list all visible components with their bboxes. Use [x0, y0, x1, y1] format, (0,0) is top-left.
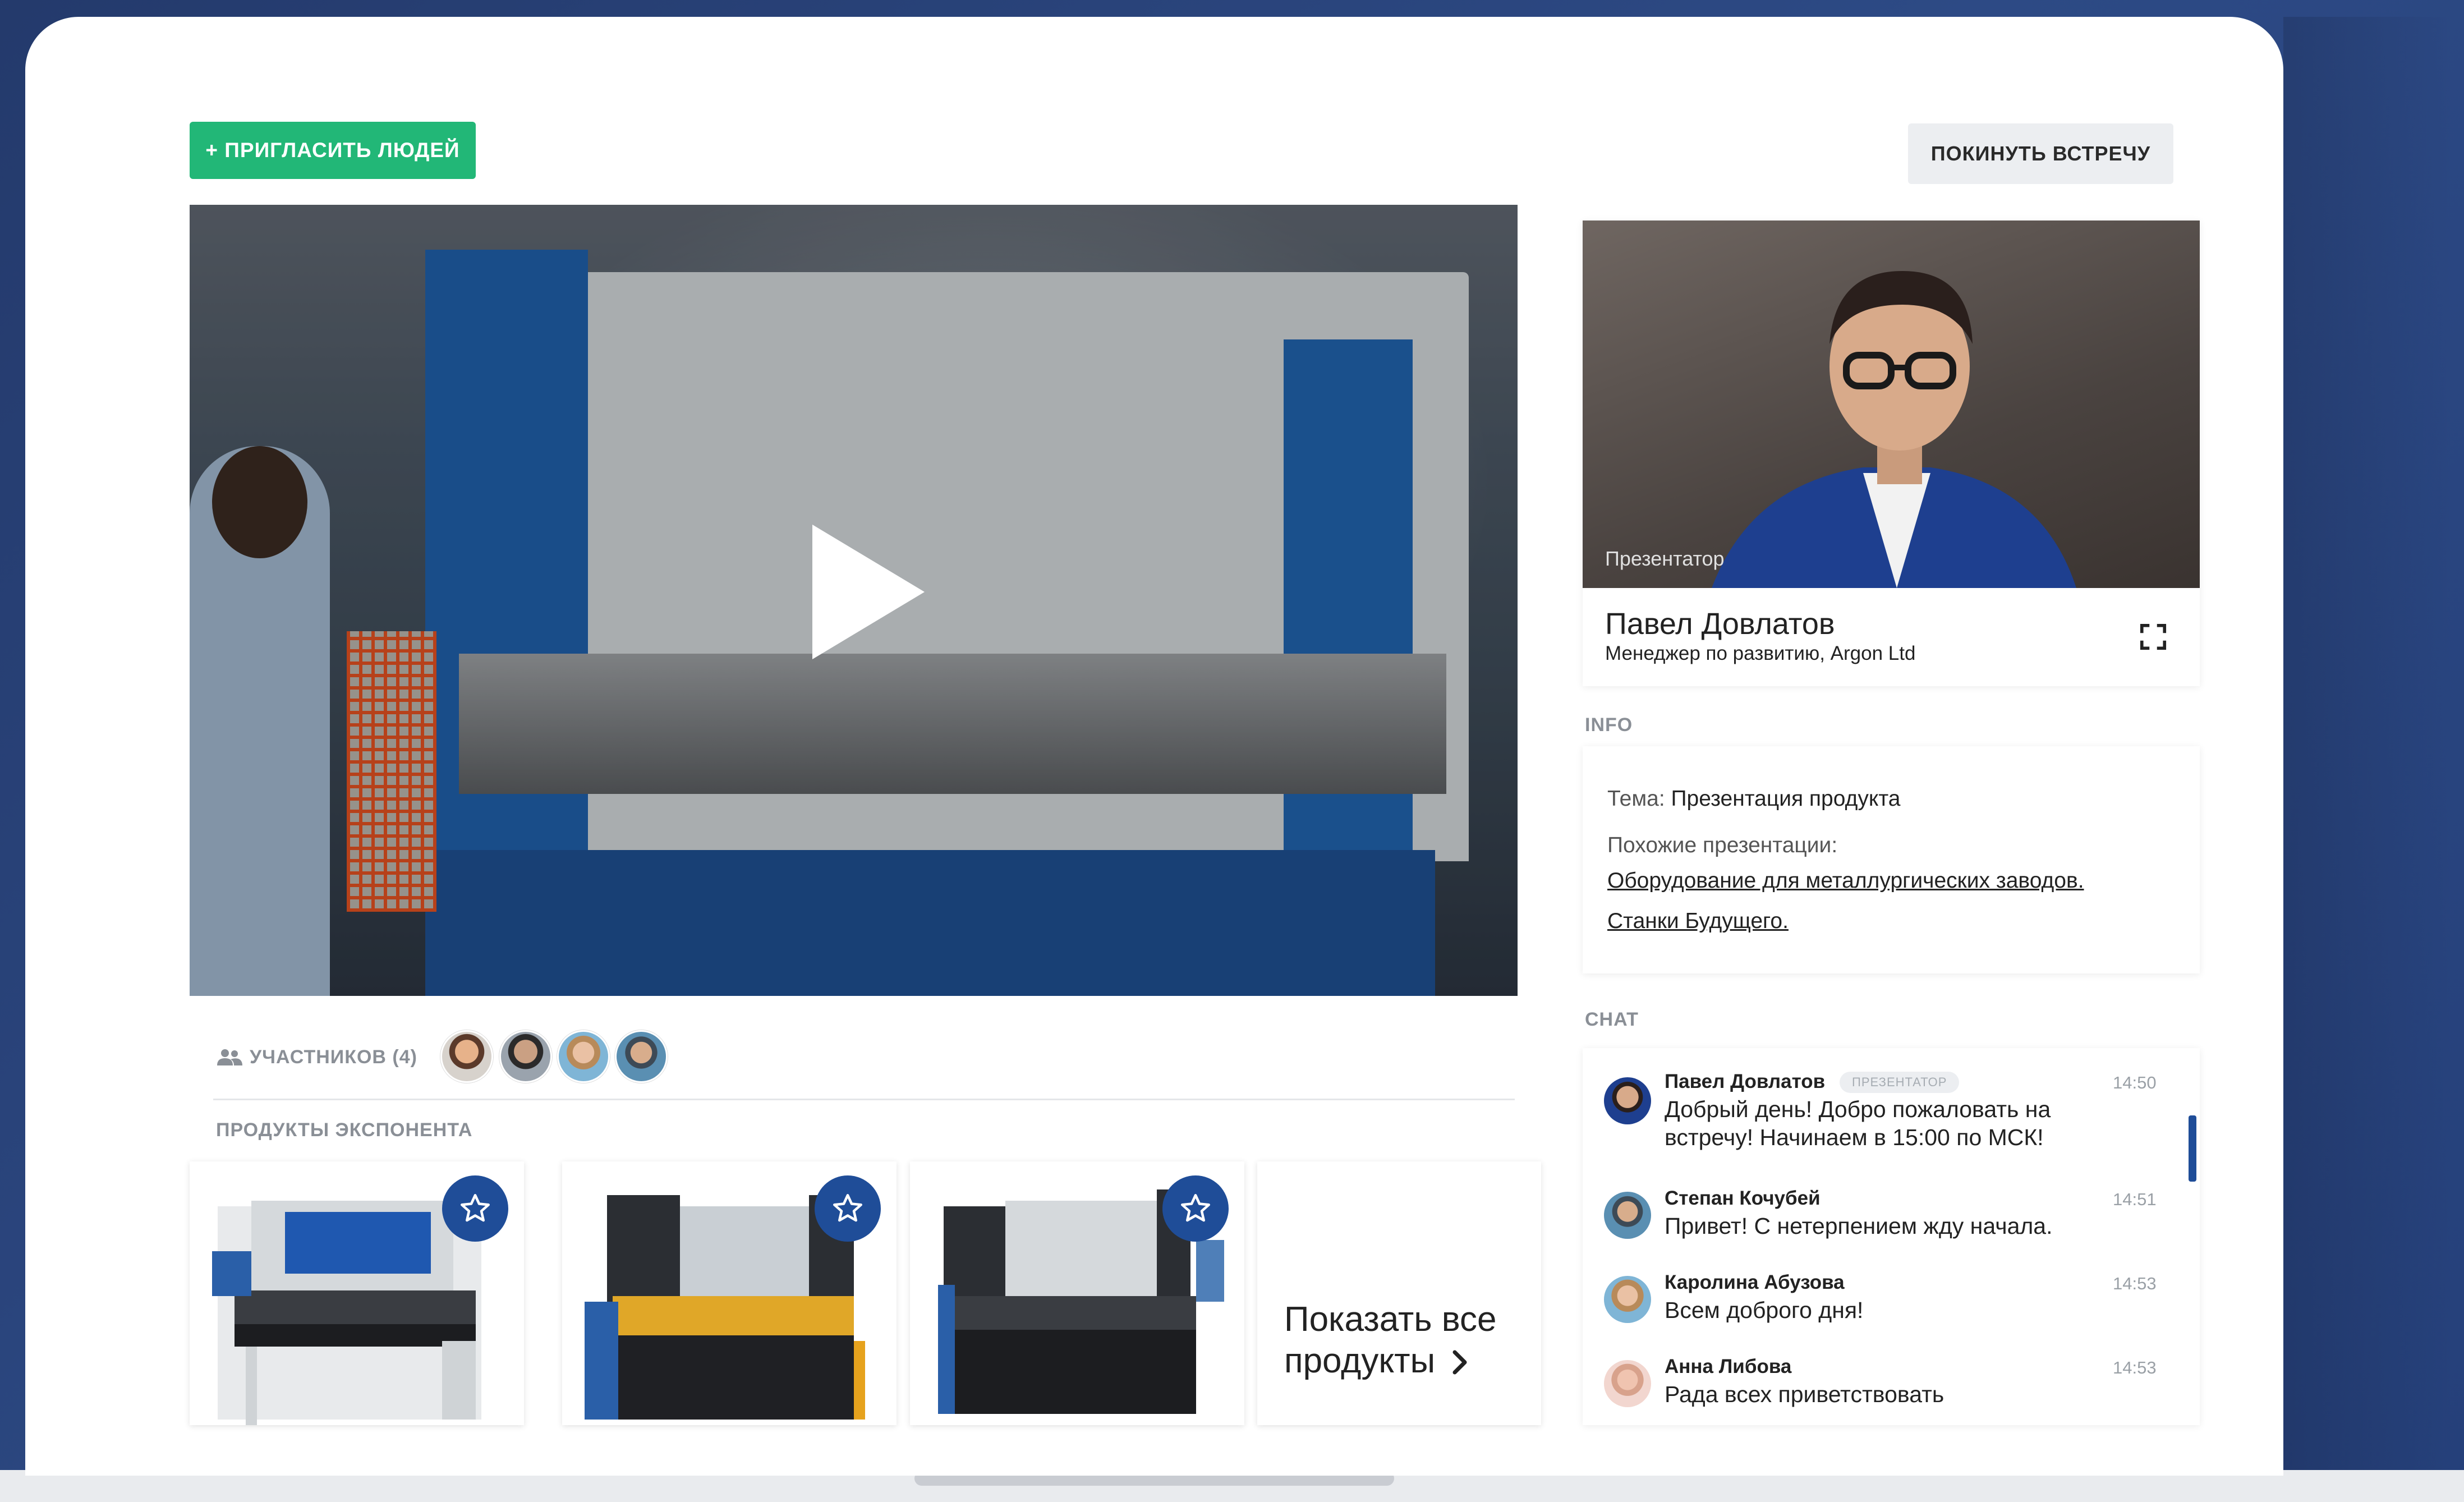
chat-message: Анна Либова 14:53 Рада всех приветствова…: [1583, 1356, 2166, 1417]
info-card: Тема: Презентация продукта Похожие презе…: [1583, 746, 2200, 973]
chat-message: Степан Кочубей 14:51 Привет! С нетерпени…: [1583, 1187, 2166, 1249]
participants-label: УЧАСТНИКОВ (4): [250, 1046, 417, 1068]
product-card-3[interactable]: [910, 1161, 1244, 1425]
chat-avatar: [1604, 1077, 1651, 1124]
product-card-1[interactable]: [190, 1161, 524, 1425]
topic-value: Презентация продукта: [1671, 787, 1901, 811]
chat-text: Всем доброго дня!: [1665, 1297, 1864, 1323]
favorite-button[interactable]: [815, 1175, 881, 1242]
chat-avatar: [1604, 1276, 1651, 1323]
chat-author: Каролина Абузова: [1665, 1271, 1845, 1293]
presenter-video: Презентатор: [1583, 221, 2200, 588]
chat-section-title: CHAT: [1585, 1009, 1639, 1030]
invite-people-button[interactable]: + ПРИГЛАСИТЬ ЛЮДЕЙ: [190, 122, 476, 179]
video-player[interactable]: [190, 205, 1518, 996]
chat-time: 14:53: [2113, 1274, 2157, 1293]
chat-scrollbar[interactable]: [2189, 1115, 2196, 1182]
chat-text: Привет! С нетерпением жду начала.: [1665, 1213, 2053, 1239]
chat-author: Степан Кочубей: [1665, 1187, 1821, 1209]
chat-author: Павел Довлатов: [1665, 1071, 1826, 1092]
presenter-caption: Презентатор: [1605, 547, 1725, 570]
participant-avatar-3[interactable]: [557, 1030, 610, 1083]
star-icon: [833, 1194, 862, 1222]
chat-avatar: [1604, 1192, 1651, 1239]
products-section-title: ПРОДУКТЫ ЭКСПОНЕНТА: [216, 1119, 473, 1141]
star-icon: [461, 1194, 490, 1222]
info-section-title: INFO: [1585, 714, 1633, 736]
show-all-products-card[interactable]: Показать все продукты: [1257, 1161, 1541, 1425]
play-icon[interactable]: [812, 525, 925, 659]
divider: [213, 1099, 1515, 1100]
chat-avatar: [1604, 1360, 1651, 1407]
participants-count[interactable]: УЧАСТНИКОВ (4): [216, 1045, 417, 1069]
meeting-window: + ПРИГЛАСИТЬ ЛЮДЕЙ ПОКИНУТЬ ВСТРЕЧУ УЧАС…: [25, 17, 2283, 1476]
participant-avatar-2[interactable]: [499, 1030, 552, 1083]
chat-time: 14:53: [2113, 1358, 2157, 1377]
chat-author: Анна Либова: [1665, 1356, 1792, 1377]
participant-avatar-1[interactable]: [440, 1030, 493, 1083]
show-all-products-link[interactable]: Показать все продукты: [1284, 1299, 1541, 1382]
similar-presentation-link[interactable]: Станки Будущего.: [1607, 909, 1789, 934]
similar-presentation-link[interactable]: Оборудование для металлургических заводо…: [1607, 869, 2084, 893]
chat-panel[interactable]: Павел Довлатов ПРЕЗЕНТАТОР 14:50 Добрый …: [1583, 1048, 2200, 1425]
favorite-button[interactable]: [442, 1175, 508, 1242]
fullscreen-icon[interactable]: [2138, 622, 2168, 652]
chat-text: Рада всех приветствовать: [1665, 1381, 1944, 1407]
chevron-right-icon: [1452, 1350, 1467, 1375]
favorite-button[interactable]: [1162, 1175, 1229, 1242]
presenter-role: Менеджер по развитию, Argon Ltd: [1605, 642, 1916, 664]
chat-time: 14:50: [2113, 1073, 2157, 1092]
chat-time: 14:51: [2113, 1189, 2157, 1209]
product-card-2[interactable]: [562, 1161, 897, 1425]
presenter-badge: ПРЕЗЕНТАТОР: [1840, 1072, 1960, 1093]
star-icon: [1181, 1194, 1210, 1222]
topic-label: Тема:: [1607, 787, 1665, 811]
leave-meeting-button[interactable]: ПОКИНУТЬ ВСТРЕЧУ: [1908, 123, 2173, 184]
window-shadow: [2283, 17, 2452, 1470]
similar-presentations-label: Похожие презентации:: [1607, 833, 1838, 857]
presenter-name: Павел Довлатов: [1605, 607, 1835, 641]
people-icon: [217, 1049, 242, 1065]
chat-message: Каролина Абузова 14:53 Всем доброго дня!: [1583, 1271, 2166, 1333]
topic-line: Тема: Презентация продукта: [1607, 787, 1900, 811]
presenter-portrait: [1712, 271, 2076, 588]
chat-text: Добрый день! Добро пожаловать на встречу…: [1665, 1096, 2051, 1150]
presenter-card: Презентатор Павел Довлатов Менеджер по р…: [1583, 221, 2200, 686]
chat-message: Павел Довлатов ПРЕЗЕНТАТОР 14:50 Добрый …: [1583, 1071, 2166, 1172]
participant-avatar-4[interactable]: [615, 1030, 668, 1083]
